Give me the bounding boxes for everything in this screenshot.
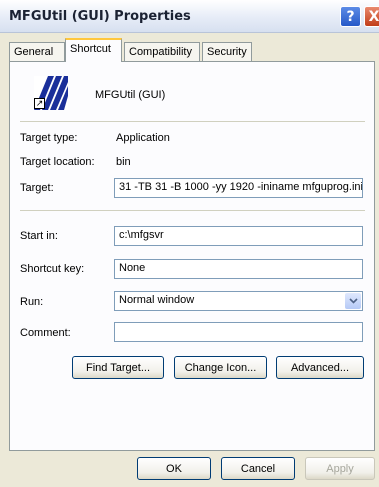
comment-label: Comment: bbox=[20, 327, 71, 339]
ok-button[interactable]: OK bbox=[137, 457, 211, 480]
window-title: MFGUtil (GUI) Properties bbox=[9, 9, 191, 24]
target-label: Target: bbox=[20, 182, 54, 194]
chevron-down-icon[interactable] bbox=[345, 293, 361, 309]
run-select-value: Normal window bbox=[119, 294, 195, 306]
tab-shortcut[interactable]: Shortcut bbox=[65, 38, 122, 62]
help-button[interactable]: ? bbox=[340, 6, 361, 27]
target-location-label: Target location: bbox=[20, 156, 95, 168]
shortcut-name: MFGUtil (GUI) bbox=[95, 89, 166, 101]
close-button[interactable]: X bbox=[364, 6, 379, 27]
target-input[interactable]: 31 -TB 31 -B 1000 -yy 1920 -ininame mfgu… bbox=[114, 178, 363, 198]
separator bbox=[20, 121, 365, 122]
shortcut-key-label: Shortcut key: bbox=[20, 263, 85, 275]
start-in-input[interactable]: c:\mfgsvr bbox=[114, 226, 363, 246]
shortcut-overlay-icon: ↗ bbox=[34, 98, 45, 109]
tab-security[interactable]: Security bbox=[202, 42, 252, 61]
title-bar[interactable]: MFGUtil (GUI) Properties ? X bbox=[0, 0, 379, 33]
find-target-button[interactable]: Find Target... bbox=[72, 356, 164, 379]
comment-input[interactable] bbox=[114, 322, 363, 342]
separator bbox=[20, 210, 365, 211]
start-in-label: Start in: bbox=[20, 230, 58, 242]
change-icon-button[interactable]: Change Icon... bbox=[174, 356, 267, 379]
run-label: Run: bbox=[20, 296, 44, 308]
shortcut-key-input[interactable]: None bbox=[114, 259, 363, 279]
run-select[interactable]: Normal window bbox=[114, 291, 363, 311]
target-type-label: Target type: bbox=[20, 132, 78, 144]
apply-button[interactable]: Apply bbox=[305, 457, 375, 480]
cancel-button[interactable]: Cancel bbox=[221, 457, 295, 480]
shortcut-panel bbox=[9, 61, 375, 451]
target-location-value: bin bbox=[116, 156, 131, 168]
tab-general[interactable]: General bbox=[9, 42, 65, 61]
tab-compatibility[interactable]: Compatibility bbox=[124, 42, 200, 61]
properties-dialog: MFGUtil (GUI) Properties ? X General Sho… bbox=[0, 0, 379, 487]
advanced-button[interactable]: Advanced... bbox=[276, 356, 364, 379]
target-type-value: Application bbox=[116, 132, 170, 144]
